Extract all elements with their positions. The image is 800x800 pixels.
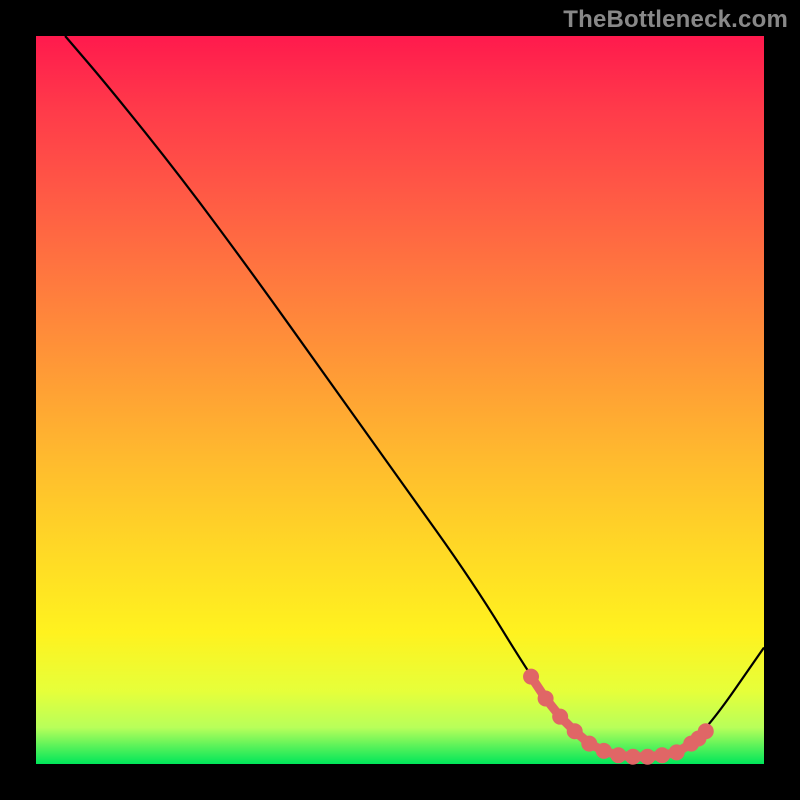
chart-frame: TheBottleneck.com — [0, 0, 800, 800]
sweet-spot-dot — [643, 752, 652, 761]
sweet-spot-dot — [556, 712, 565, 721]
sweet-spot-dot — [614, 751, 623, 760]
sweet-spot-dot — [585, 739, 594, 748]
sweet-spot-dot — [541, 694, 550, 703]
sweet-spot-dot — [599, 746, 608, 755]
sweet-spot-dot — [527, 672, 536, 681]
sweet-spot-dot — [628, 752, 637, 761]
sweet-spot-dot — [570, 727, 579, 736]
sweet-spot-dot — [672, 748, 681, 757]
watermark-text: TheBottleneck.com — [563, 6, 788, 34]
bottleneck-curve — [65, 36, 764, 756]
sweet-spot-markers — [527, 672, 711, 761]
sweet-spot-dot — [658, 751, 667, 760]
sweet-spot-dot — [701, 727, 710, 736]
plot-area — [36, 36, 764, 764]
curve-layer — [36, 36, 764, 764]
